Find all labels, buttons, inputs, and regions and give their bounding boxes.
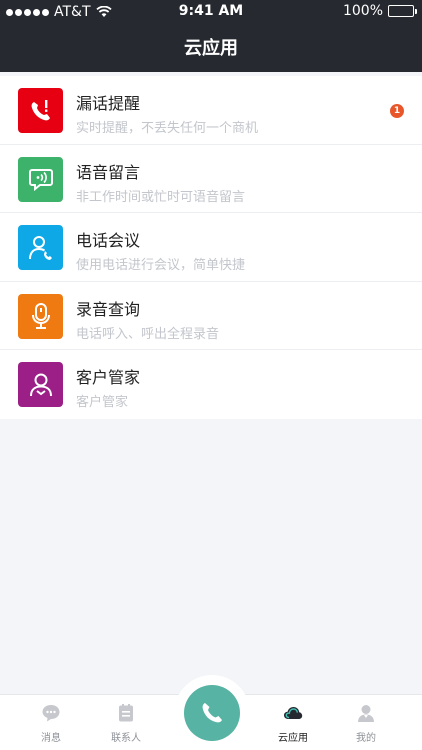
app-subtitle: 非工作时间或忙时可语音留言 bbox=[76, 189, 246, 205]
top-bar: AT&T 9:41 AM 100% 云应用 bbox=[0, 0, 422, 72]
battery-label: 100% bbox=[342, 3, 383, 19]
app-subtitle: 使用电话进行会议，简单快捷 bbox=[76, 258, 246, 274]
cloud-icon bbox=[284, 707, 303, 719]
customer-icon bbox=[18, 362, 63, 408]
tab-profile[interactable]: 我的 bbox=[326, 695, 406, 750]
tab-messages[interactable]: 消息 bbox=[11, 695, 91, 750]
app-item-voicemail[interactable]: 语音留言 非工作时间或忙时可语音留言 bbox=[0, 145, 422, 214]
phone-icon bbox=[202, 703, 222, 723]
tab-label: 消息 bbox=[41, 733, 61, 744]
app-item-recording[interactable]: 录音查询 电话呼入、呼出全程录音 bbox=[0, 282, 422, 351]
page-title: 云应用 bbox=[184, 38, 238, 59]
conference-call-icon bbox=[18, 225, 63, 271]
tab-contacts[interactable]: 联系人 bbox=[86, 695, 166, 750]
status-bar: AT&T 9:41 AM 100% bbox=[0, 0, 422, 24]
call-button[interactable] bbox=[184, 685, 240, 741]
app-subtitle: 客户管家 bbox=[76, 395, 129, 411]
battery: 100% bbox=[342, 3, 417, 19]
app-title: 录音查询 bbox=[76, 299, 141, 319]
app-title: 漏话提醒 bbox=[76, 94, 141, 113]
app-list: 漏话提醒 实时提醒，不丢失任何一个商机 1 语音留言 非工作时间或忙时可语音留言… bbox=[0, 76, 422, 419]
app-title: 客户管家 bbox=[76, 368, 141, 388]
profile-icon bbox=[358, 705, 374, 722]
tab-label: 我的 bbox=[356, 733, 376, 744]
app-title: 电话会议 bbox=[76, 231, 141, 251]
unread-badge: 1 bbox=[390, 104, 404, 118]
voicemail-icon bbox=[18, 156, 63, 202]
app-item-conference[interactable]: 电话会议 使用电话进行会议，简单快捷 bbox=[0, 213, 422, 282]
app-subtitle: 实时提醒，不丢失任何一个商机 bbox=[76, 121, 259, 136]
missed-call-icon bbox=[18, 88, 63, 133]
tab-cloud-apps[interactable]: 云应用 bbox=[253, 695, 333, 750]
contacts-icon bbox=[119, 704, 133, 722]
app-title: 语音留言 bbox=[76, 162, 141, 182]
tab-label: 联系人 bbox=[111, 733, 141, 744]
message-icon bbox=[42, 705, 60, 722]
app-item-customer[interactable]: 客户管家 客户管家 bbox=[0, 350, 422, 419]
app-item-missed-call[interactable]: 漏话提醒 实时提醒，不丢失任何一个商机 1 bbox=[0, 76, 422, 145]
battery-icon bbox=[388, 5, 417, 17]
app-subtitle: 电话呼入、呼出全程录音 bbox=[76, 326, 220, 342]
microphone-icon bbox=[18, 293, 63, 339]
tab-label: 云应用 bbox=[278, 733, 308, 744]
